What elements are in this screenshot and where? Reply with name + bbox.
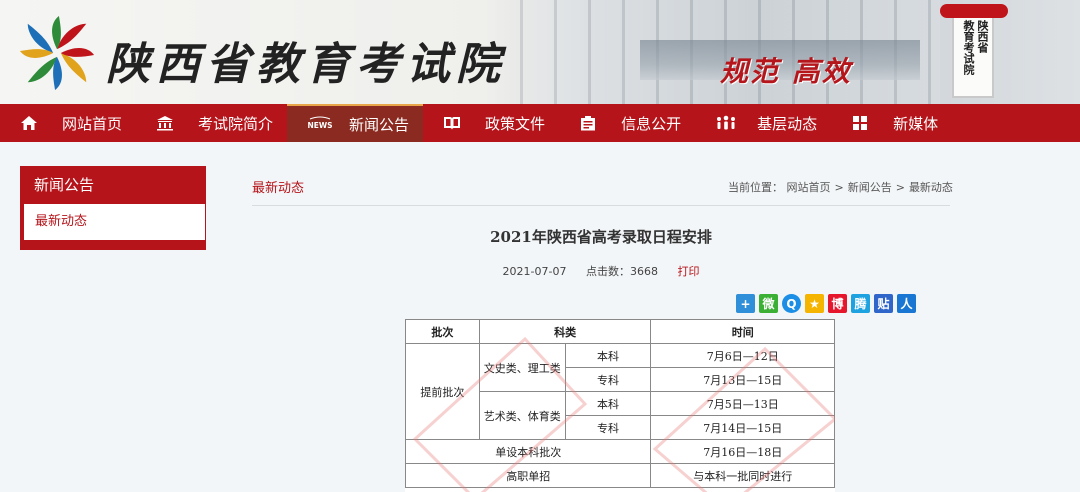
add-share-icon[interactable]: + bbox=[736, 294, 755, 313]
cell-vocational: 高职单招 bbox=[405, 463, 652, 488]
sidebar: 新闻公告 最新动态 bbox=[20, 166, 206, 250]
cell-standalone-batch: 单设本科批次 bbox=[405, 439, 652, 464]
nav-item-news[interactable]: NEWS 新闻公告 bbox=[287, 104, 424, 142]
nav-label: 基层动态 bbox=[757, 114, 818, 133]
nav-label: 考试院简介 bbox=[198, 114, 274, 133]
clicks-label: 点击数： bbox=[585, 265, 630, 278]
nav-label: 新媒体 bbox=[893, 114, 939, 133]
cell-time: 7月13日—15日 bbox=[650, 367, 835, 392]
cell-time: 7月16日—18日 bbox=[650, 439, 835, 464]
site-title: 陕西省教育考试院 bbox=[106, 39, 506, 90]
sidebar-item-latest[interactable]: 最新动态 bbox=[24, 204, 205, 240]
header-category: 科类 bbox=[478, 319, 652, 344]
article-title: 2021年陕西省高考录取日程安排 bbox=[490, 228, 712, 246]
nav-label: 信息公开 bbox=[621, 114, 682, 133]
plaque-text-col2: 教育考试院 bbox=[962, 20, 975, 75]
cell-level: 本科 bbox=[564, 391, 652, 416]
clicks-count: 3668 bbox=[629, 265, 658, 278]
nav-item-info[interactable]: 信息公开 bbox=[559, 104, 695, 142]
people-icon bbox=[715, 115, 743, 131]
breadcrumb: 当前位置： 网站首页 > 新闻公告 > 最新动态 bbox=[728, 179, 953, 195]
weibo-icon[interactable]: 博 bbox=[828, 294, 847, 313]
article-date: 2021-07-07 bbox=[502, 265, 567, 278]
institution-plaque: 陕西省 教育考试院 bbox=[940, 4, 1008, 98]
building-icon bbox=[156, 115, 184, 131]
news-icon-text: NEWS bbox=[307, 121, 332, 130]
section-title: 最新动态 bbox=[252, 181, 305, 196]
cell-arts-science: 文史类、理工类 bbox=[478, 343, 566, 392]
tencent-weibo-icon[interactable]: 腾 bbox=[851, 294, 870, 313]
cell-time: 与本科一批同时进行 bbox=[650, 463, 835, 488]
breadcrumb-news[interactable]: 新闻公告 bbox=[848, 181, 892, 194]
cell-art-sports: 艺术类、体育类 bbox=[478, 391, 566, 440]
news-icon: NEWS bbox=[307, 116, 335, 132]
plaque-text-col1: 陕西省 bbox=[976, 20, 989, 53]
page: 陕西省教育考试院 规范 高效 陕西省 教育考试院 网站首页 考试院简介 NEWS… bbox=[0, 0, 1080, 492]
header-banner: 陕西省教育考试院 规范 高效 陕西省 教育考试院 bbox=[0, 0, 1080, 104]
home-icon bbox=[20, 115, 48, 131]
table-row: 高职单招 与本科一批同时进行 bbox=[405, 463, 835, 488]
cell-level: 本科 bbox=[564, 343, 652, 368]
table-row: 提前批次 文史类、理工类 本科 7月6日—12日 bbox=[405, 343, 835, 440]
renren-icon[interactable]: 人 bbox=[897, 294, 916, 313]
breadcrumb-home[interactable]: 网站首页 bbox=[787, 181, 831, 194]
cell-time: 7月14日—15日 bbox=[650, 415, 835, 440]
table-row: 单设本科批次 7月16日—18日 bbox=[405, 439, 835, 464]
nav-item-home[interactable]: 网站首页 bbox=[0, 104, 136, 142]
nav-item-about[interactable]: 考试院简介 bbox=[136, 104, 287, 142]
header-batch: 批次 bbox=[405, 319, 480, 344]
cell-early-batch: 提前批次 bbox=[405, 343, 480, 440]
clipboard-icon bbox=[579, 115, 607, 131]
wechat-icon[interactable]: 微 bbox=[759, 294, 778, 313]
article-clicks: 点击数：3668 bbox=[586, 265, 658, 278]
table-header-row: 批次 科类 时间 bbox=[405, 319, 835, 344]
nav-label: 新闻公告 bbox=[349, 115, 410, 134]
breadcrumb-separator: > bbox=[834, 181, 844, 194]
nav-item-policy[interactable]: 政策文件 bbox=[423, 104, 559, 142]
nav-item-grassroots[interactable]: 基层动态 bbox=[695, 104, 831, 142]
breadcrumb-latest[interactable]: 最新动态 bbox=[909, 181, 953, 194]
share-bar: + 微 Q ★ 博 腾 贴 人 bbox=[736, 294, 916, 313]
article-meta: 2021-07-07 点击数：3668 打印 bbox=[252, 263, 950, 279]
cell-time: 7月6日—12日 bbox=[650, 343, 835, 368]
book-icon bbox=[443, 115, 471, 131]
cell-level: 专科 bbox=[564, 367, 652, 392]
nav-item-media[interactable]: 新媒体 bbox=[831, 104, 952, 142]
print-link[interactable]: 打印 bbox=[677, 265, 699, 278]
site-logo-icon[interactable] bbox=[18, 14, 96, 92]
cell-level: 专科 bbox=[564, 415, 652, 440]
qq-icon[interactable]: Q bbox=[782, 294, 801, 313]
grid-icon bbox=[851, 115, 879, 131]
header-time: 时间 bbox=[650, 319, 835, 344]
sidebar-title: 新闻公告 bbox=[34, 176, 95, 194]
plaque-ribbon bbox=[940, 4, 1008, 18]
slogan-text: 规范 高效 bbox=[720, 55, 852, 88]
main-nav: 网站首页 考试院简介 NEWS 新闻公告 政策文件 信息公开 基层动态 新媒体 bbox=[0, 104, 1080, 142]
schedule-table: 批次 科类 时间 提前批次 文史类、理工类 本科 7月6日—12日 专科 7月1… bbox=[405, 319, 835, 488]
qzone-icon[interactable]: ★ bbox=[805, 294, 824, 313]
nav-label: 网站首页 bbox=[62, 114, 123, 133]
tieba-icon[interactable]: 贴 bbox=[874, 294, 893, 313]
breadcrumb-separator: > bbox=[895, 181, 905, 194]
breadcrumb-prefix: 当前位置： bbox=[728, 181, 783, 194]
nav-label: 政策文件 bbox=[485, 114, 546, 133]
title-divider bbox=[252, 205, 950, 206]
schedule-table-wrapper: 批次 科类 时间 提前批次 文史类、理工类 本科 7月6日—12日 专科 7月1… bbox=[405, 319, 835, 492]
cell-time: 7月5日—13日 bbox=[650, 391, 835, 416]
